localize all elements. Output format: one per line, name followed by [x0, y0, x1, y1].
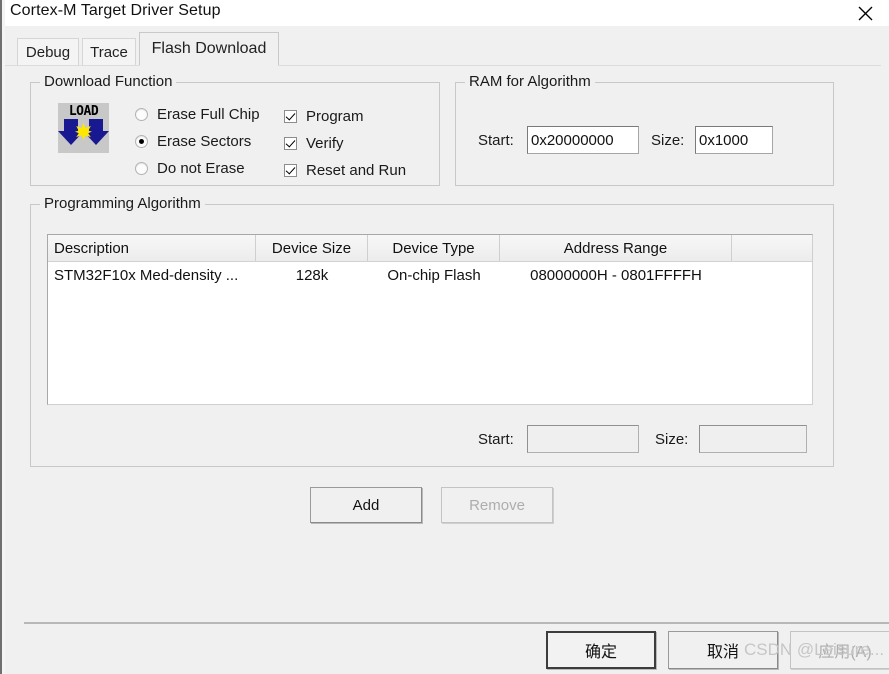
column-header-spacer[interactable]	[732, 235, 812, 261]
tab-debug-label: Debug	[25, 44, 71, 61]
table-header-row: Description Device Size Device Type Addr…	[48, 235, 812, 262]
ram-size-input[interactable]: 0x1000	[695, 126, 773, 154]
add-button[interactable]: Add	[310, 487, 422, 523]
tab-flash-download[interactable]: Flash Download	[139, 32, 279, 66]
cell-device-size: 128k	[295, 266, 329, 284]
algorithm-start-label: Start:	[478, 431, 514, 448]
checkbox-verify-mark	[284, 137, 297, 150]
group-download-function-title: Download Function	[40, 73, 177, 90]
algorithm-size-label: Size:	[655, 431, 689, 448]
checkbox-reset-and-run[interactable]: Reset and Run	[284, 162, 406, 179]
tab-trace-label: Trace	[90, 44, 128, 61]
ram-start-label: Start:	[478, 132, 514, 149]
radio-do-not-erase-mark	[135, 162, 148, 175]
apply-button: 应用(A)	[790, 631, 889, 669]
checkbox-program-label: Program	[306, 108, 364, 125]
checkbox-reset-and-run-label: Reset and Run	[306, 162, 407, 179]
radio-erase-sectors-mark	[135, 135, 148, 148]
radio-erase-full-chip[interactable]: Erase Full Chip	[135, 106, 260, 123]
checkbox-program-mark	[284, 110, 297, 123]
title-bar: Cortex-M Target Driver Setup	[5, 0, 889, 26]
algorithm-size-input[interactable]	[699, 425, 807, 453]
load-icon-text: LOAD	[68, 104, 99, 119]
cell-device-type: On-chip Flash	[387, 266, 481, 284]
cell-address-range: 08000000H - 0801FFFFH	[530, 266, 702, 284]
column-header-address-range[interactable]: Address Range	[500, 235, 732, 261]
tab-flash-download-label: Flash Download	[151, 40, 267, 57]
checkbox-program[interactable]: Program	[284, 108, 364, 125]
checkbox-verify-label: Verify	[306, 135, 344, 152]
close-button[interactable]	[843, 0, 887, 26]
programming-algorithm-list[interactable]: Description Device Size Device Type Addr…	[47, 234, 813, 405]
group-ram-for-algorithm-title: RAM for Algorithm	[465, 73, 595, 90]
checkbox-reset-and-run-mark	[284, 164, 297, 177]
radio-erase-full-chip-label: Erase Full Chip	[157, 106, 260, 123]
ram-size-label: Size:	[651, 132, 685, 149]
radio-do-not-erase[interactable]: Do not Erase	[135, 160, 245, 177]
tab-strip: Debug Trace Flash Download	[5, 26, 889, 66]
radio-erase-sectors[interactable]: Erase Sectors	[135, 133, 251, 150]
tab-debug[interactable]: Debug	[17, 38, 79, 66]
bottom-separator	[24, 622, 889, 624]
table-row[interactable]: STM32F10x Med-density ... 128k On-chip F…	[48, 262, 812, 288]
panel-right-edge	[881, 26, 889, 622]
checkbox-verify[interactable]: Verify	[284, 135, 344, 152]
table-body: STM32F10x Med-density ... 128k On-chip F…	[48, 262, 812, 288]
radio-do-not-erase-label: Do not Erase	[157, 160, 245, 177]
tab-strip-underline	[5, 65, 889, 66]
load-icon: LOAD	[58, 103, 109, 153]
ok-button[interactable]: 确定	[546, 631, 656, 669]
cell-description: STM32F10x Med-density ...	[54, 266, 239, 284]
radio-erase-full-chip-mark	[135, 108, 148, 121]
ram-start-input[interactable]: 0x20000000	[527, 126, 639, 154]
dialog-window: Cortex-M Target Driver Setup Debug Trace…	[0, 0, 889, 674]
column-header-device-size[interactable]: Device Size	[256, 235, 368, 261]
radio-erase-sectors-label: Erase Sectors	[157, 133, 252, 150]
algorithm-start-input[interactable]	[527, 425, 639, 453]
column-header-device-type[interactable]: Device Type	[368, 235, 500, 261]
window-title: Cortex-M Target Driver Setup	[10, 2, 221, 19]
close-icon	[858, 6, 873, 21]
group-programming-algorithm-title: Programming Algorithm	[40, 195, 205, 212]
tab-trace[interactable]: Trace	[82, 38, 136, 66]
window-left-inner-border	[2, 0, 5, 674]
cancel-button[interactable]: 取消	[668, 631, 778, 669]
column-header-description[interactable]: Description	[48, 235, 256, 261]
remove-button: Remove	[441, 487, 553, 523]
